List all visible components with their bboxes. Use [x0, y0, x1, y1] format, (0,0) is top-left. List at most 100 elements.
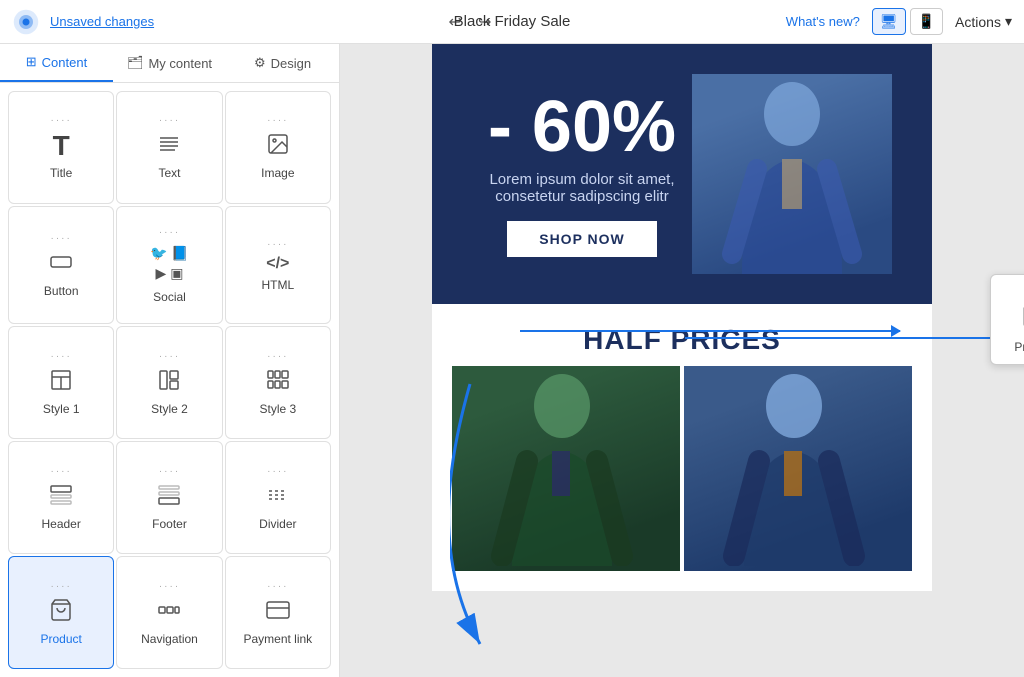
hero-image — [692, 74, 892, 274]
drag-dots-image: ···· — [267, 116, 288, 126]
mobile-view-button[interactable]: 📱 — [910, 8, 943, 35]
style3-icon — [266, 368, 290, 396]
hero-discount: - 60% — [472, 91, 692, 163]
hero-left: - 60% Lorem ipsum dolor sit amet, conset… — [472, 91, 692, 257]
image-icon — [266, 132, 290, 160]
drag-arrow-line — [520, 330, 900, 332]
product-icon — [49, 598, 73, 626]
sidebar-item-divider[interactable]: ···· Divider — [225, 441, 331, 554]
sidebar-item-social[interactable]: ···· 🐦 📘 ▶ ▣ Social — [116, 206, 222, 324]
header-icon — [49, 483, 73, 511]
style3-label: Style 3 — [259, 402, 296, 416]
design-tab-label: Design — [271, 56, 311, 71]
my-content-tab-icon: 🗂 — [127, 55, 144, 71]
drag-dots-text: ···· — [159, 116, 180, 126]
half-prices-title: HALF PRICES — [452, 324, 912, 356]
sidebar-tab-group: ⊞ Content 🗂 My content ⚙ Design — [0, 44, 339, 83]
footer-label: Footer — [152, 517, 187, 531]
drag-dots-product: ···· — [51, 582, 72, 592]
actions-label: Actions — [955, 14, 1001, 30]
main-layout: ⊞ Content 🗂 My content ⚙ Design ···· T T… — [0, 44, 1024, 677]
app-logo — [12, 8, 40, 36]
sidebar-item-style1[interactable]: ···· Style 1 — [8, 326, 114, 439]
floating-product-card: ···· Product — [990, 274, 1024, 365]
drag-dots-social: ···· — [159, 228, 180, 238]
sidebar-item-text[interactable]: ···· Text — [116, 91, 222, 204]
design-tab-icon: ⚙ — [254, 55, 266, 71]
sidebar-item-product[interactable]: ···· Product — [8, 556, 114, 669]
title-label: Title — [50, 166, 72, 180]
button-icon — [49, 250, 73, 278]
my-content-tab-label: My content — [148, 56, 212, 71]
topbar-right-group: What's new? 🖥 📱 Actions ▾ — [786, 8, 1012, 35]
canvas-wrapper: ···· Product - 60% Lorem ipsum dolor sit… — [340, 44, 1024, 591]
navigation-icon — [157, 598, 181, 626]
drag-dots-divider: ···· — [267, 467, 288, 477]
actions-chevron-icon: ▾ — [1005, 13, 1012, 30]
payment-icon — [266, 598, 290, 626]
sidebar: ⊞ Content 🗂 My content ⚙ Design ···· T T… — [0, 44, 340, 677]
sidebar-item-navigation[interactable]: ···· Navigation — [116, 556, 222, 669]
drag-dots-navigation: ···· — [159, 582, 180, 592]
sidebar-item-title[interactable]: ···· T Title — [8, 91, 114, 204]
topbar: Unsaved changes ↩ ↪ Black Friday Sale Wh… — [0, 0, 1024, 44]
unsaved-changes-link[interactable]: Unsaved changes — [50, 14, 154, 29]
drag-arrow — [520, 330, 900, 332]
html-icon: </> — [266, 256, 289, 272]
sidebar-item-footer[interactable]: ···· Footer — [116, 441, 222, 554]
drag-dots-html: ···· — [267, 240, 288, 250]
product-image-2 — [684, 366, 912, 571]
product-label: Product — [40, 632, 81, 646]
style2-label: Style 2 — [151, 402, 188, 416]
style1-label: Style 1 — [43, 402, 80, 416]
document-title: Black Friday Sale — [454, 13, 571, 30]
floating-product-label: Product — [1014, 340, 1024, 354]
title-icon: T — [53, 132, 70, 160]
drag-dots-footer: ···· — [159, 467, 180, 477]
sidebar-item-header[interactable]: ···· Header — [8, 441, 114, 554]
social-icon: 🐦 📘 ▶ ▣ — [150, 244, 189, 283]
hero-cta-button[interactable]: SHOP NOW — [507, 221, 657, 257]
style2-icon — [157, 368, 181, 396]
payment-link-label: Payment link — [243, 632, 312, 646]
whats-new-link[interactable]: What's new? — [786, 14, 860, 29]
drag-dots-style2: ···· — [159, 352, 180, 362]
actions-menu[interactable]: Actions ▾ — [955, 13, 1012, 30]
image-label: Image — [261, 166, 294, 180]
hero-body-text: Lorem ipsum dolor sit amet, consetetur s… — [472, 171, 692, 205]
drag-dots-title: ···· — [51, 116, 72, 126]
drag-dots-style1: ···· — [51, 352, 72, 362]
hero-section: - 60% Lorem ipsum dolor sit amet, conset… — [432, 44, 932, 304]
social-label: Social — [153, 290, 186, 304]
sidebar-item-button[interactable]: ···· Button — [8, 206, 114, 324]
drop-zone-indicator — [685, 337, 1024, 339]
half-prices-section: HALF PRICES — [432, 304, 932, 366]
view-toggle-group: 🖥 📱 — [872, 8, 943, 35]
divider-icon — [266, 483, 290, 511]
sidebar-item-payment-link[interactable]: ···· Payment link — [225, 556, 331, 669]
text-icon — [157, 132, 181, 160]
divider-label: Divider — [259, 517, 296, 531]
blue-curved-arrow — [450, 374, 610, 654]
sidebar-items-grid: ···· T Title ···· Text ···· Image — [0, 83, 339, 677]
html-label: HTML — [261, 278, 294, 292]
tab-content[interactable]: ⊞ Content — [0, 44, 113, 82]
button-label: Button — [44, 284, 79, 298]
sidebar-item-image[interactable]: ···· Image — [225, 91, 331, 204]
drag-dots-style3: ···· — [267, 352, 288, 362]
sidebar-item-html[interactable]: ···· </> HTML — [225, 206, 331, 324]
sidebar-item-style2[interactable]: ···· Style 2 — [116, 326, 222, 439]
navigation-label: Navigation — [141, 632, 198, 646]
sidebar-item-style3[interactable]: ···· Style 3 — [225, 326, 331, 439]
footer-icon — [157, 483, 181, 511]
style1-icon — [49, 368, 73, 396]
desktop-view-button[interactable]: 🖥 — [872, 8, 906, 35]
content-tab-label: Content — [42, 55, 88, 70]
text-label: Text — [158, 166, 180, 180]
drag-dots-payment: ···· — [267, 582, 288, 592]
tab-my-content[interactable]: 🗂 My content — [113, 44, 226, 82]
tab-design[interactable]: ⚙ Design — [226, 44, 339, 82]
header-label: Header — [41, 517, 80, 531]
drag-dots-header: ···· — [51, 467, 72, 477]
drag-dots-button: ···· — [51, 234, 72, 244]
